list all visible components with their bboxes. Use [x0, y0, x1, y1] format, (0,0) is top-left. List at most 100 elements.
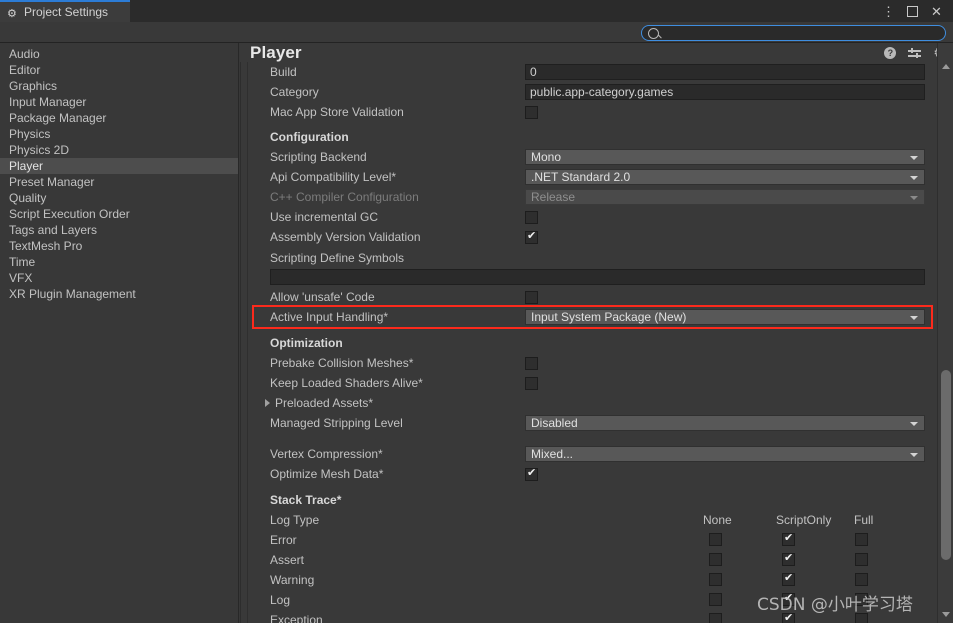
sidebar-item-preset-manager[interactable]: Preset Manager — [0, 174, 238, 190]
label-keep-loaded-shaders-alive: Keep Loaded Shaders Alive* — [270, 376, 423, 390]
label-prebake-collision-meshes: Prebake Collision Meshes* — [270, 356, 414, 370]
help-icon[interactable]: ? — [884, 47, 897, 59]
window-controls: ⋮ ✕ — [882, 0, 949, 22]
row-scripting-define-symbols: Scripting Define Symbols — [241, 248, 938, 268]
sidebar-item-time[interactable]: Time — [0, 254, 238, 270]
api-compatibility-level-dropdown[interactable]: .NET Standard 2.0 — [525, 169, 925, 185]
stack-trace-error-none-checkbox[interactable] — [709, 533, 722, 546]
use-incremental-gc-checkbox[interactable] — [525, 210, 538, 224]
sidebar-item-input-manager[interactable]: Input Manager — [0, 94, 238, 110]
label-api-compatibility-level: Api Compatibility Level* — [270, 170, 397, 184]
stack-trace-warning-none-checkbox[interactable] — [709, 573, 722, 586]
table-row: Assert — [241, 550, 938, 570]
scrollbar-thumb[interactable] — [941, 370, 951, 560]
title-bar: ⚙ Project Settings ⋮ ✕ — [0, 0, 953, 22]
stack-trace-assert-scriptonly-checkbox[interactable] — [782, 552, 795, 566]
sidebar-item-xr-plugin-management[interactable]: XR Plugin Management — [0, 286, 238, 302]
row-optimize-mesh-data: Optimize Mesh Data* — [241, 464, 938, 484]
scripting-backend-value: Mono — [531, 150, 562, 164]
sidebar-item-physics[interactable]: Physics — [0, 126, 238, 142]
scroll-down-arrow-icon[interactable] — [942, 612, 950, 617]
stack-trace-error-scriptonly-checkbox[interactable] — [782, 532, 795, 546]
settings-category-sidebar[interactable]: Audio Editor Graphics Input Manager Pack… — [0, 43, 239, 623]
row-preloaded-assets[interactable]: Preloaded Assets* — [241, 393, 938, 413]
chevron-down-icon — [910, 156, 918, 160]
sidebar-item-graphics[interactable]: Graphics — [0, 78, 238, 94]
stack-trace-exception-scriptonly-checkbox[interactable] — [782, 612, 795, 623]
table-row: Error — [241, 530, 938, 550]
section-header-configuration: Configuration — [270, 130, 349, 144]
row-prebake-collision-meshes: Prebake Collision Meshes* — [241, 353, 938, 373]
label-assembly-version-validation: Assembly Version Validation — [270, 230, 421, 244]
settings-content-inner: Build 0 Category public.app-category.gam… — [240, 62, 937, 623]
active-input-handling-dropdown[interactable]: Input System Package (New) — [525, 309, 925, 325]
preset-sliders-icon[interactable] — [908, 47, 922, 59]
more-options-icon[interactable]: ⋮ — [882, 5, 895, 18]
stack-trace-assert-full-checkbox[interactable] — [855, 553, 868, 566]
sidebar-item-player[interactable]: Player — [0, 158, 238, 174]
label-build: Build — [270, 65, 297, 79]
assembly-version-validation-checkbox[interactable] — [525, 230, 538, 244]
row-configuration-header: Configuration — [241, 127, 938, 147]
chevron-down-icon — [910, 316, 918, 320]
row-cpp-compiler-configuration: C++ Compiler Configuration Release — [241, 187, 938, 207]
stack-trace-warning-full-checkbox[interactable] — [855, 573, 868, 586]
sidebar-item-textmesh-pro[interactable]: TextMesh Pro — [0, 238, 238, 254]
sidebar-item-package-manager[interactable]: Package Manager — [0, 110, 238, 126]
sidebar-item-script-execution-order[interactable]: Script Execution Order — [0, 206, 238, 222]
scripting-define-symbols-input[interactable] — [270, 269, 925, 285]
row-category: Category public.app-category.games — [241, 82, 938, 102]
stack-trace-warning-scriptonly-checkbox[interactable] — [782, 572, 795, 586]
sidebar-item-tags-and-layers[interactable]: Tags and Layers — [0, 222, 238, 238]
chevron-down-icon — [910, 422, 918, 426]
sidebar-item-physics-2d[interactable]: Physics 2D — [0, 142, 238, 158]
label-cpp-compiler-configuration: C++ Compiler Configuration — [270, 190, 419, 204]
sidebar-item-editor[interactable]: Editor — [0, 62, 238, 78]
label-log-type-assert: Assert — [270, 553, 305, 567]
cpp-compiler-configuration-value: Release — [531, 190, 576, 204]
sidebar-item-vfx[interactable]: VFX — [0, 270, 238, 286]
scripting-backend-dropdown[interactable]: Mono — [525, 149, 925, 165]
managed-stripping-level-dropdown[interactable]: Disabled — [525, 415, 925, 431]
prebake-collision-meshes-checkbox[interactable] — [525, 356, 538, 370]
search-input[interactable] — [641, 25, 946, 41]
sidebar-item-quality[interactable]: Quality — [0, 190, 238, 206]
stack-trace-exception-none-checkbox[interactable] — [709, 613, 722, 623]
close-icon[interactable]: ✕ — [930, 5, 943, 18]
stack-trace-exception-full-checkbox[interactable] — [855, 613, 868, 623]
maximize-icon[interactable] — [907, 5, 918, 17]
label-log-type: Log Type — [270, 513, 320, 527]
chevron-right-icon[interactable] — [265, 399, 270, 407]
allow-unsafe-code-checkbox[interactable] — [525, 290, 538, 304]
api-compatibility-level-value: .NET Standard 2.0 — [531, 170, 631, 184]
keep-loaded-shaders-alive-checkbox[interactable] — [525, 376, 538, 390]
scroll-up-arrow-icon[interactable] — [942, 64, 950, 69]
stack-trace-log-none-checkbox[interactable] — [709, 593, 722, 606]
search-icon — [648, 27, 659, 39]
label-active-input-handling: Active Input Handling* — [270, 310, 389, 324]
optimize-mesh-data-checkbox[interactable] — [525, 467, 538, 481]
stack-trace-assert-none-checkbox[interactable] — [709, 553, 722, 566]
stack-trace-log-scriptonly-checkbox[interactable] — [782, 592, 795, 606]
stack-trace-error-full-checkbox[interactable] — [855, 533, 868, 546]
row-stack-trace-columns: Log Type None ScriptOnly Full — [241, 510, 938, 530]
row-mac-app-store-validation: Mac App Store Validation — [241, 102, 938, 122]
chevron-down-icon — [910, 453, 918, 457]
vertical-scrollbar[interactable] — [937, 43, 953, 623]
stack-trace-log-full-checkbox[interactable] — [855, 593, 868, 606]
sidebar-item-audio[interactable]: Audio — [0, 46, 238, 62]
tab-project-settings[interactable]: ⚙ Project Settings — [0, 0, 130, 22]
row-active-input-handling: Active Input Handling* Input System Pack… — [241, 307, 938, 327]
player-settings-panel: Player ? ⚙ Build 0 Category public.app-c… — [240, 43, 953, 623]
vertex-compression-dropdown[interactable]: Mixed... — [525, 446, 925, 462]
category-input[interactable]: public.app-category.games — [525, 84, 925, 100]
label-preloaded-assets: Preloaded Assets* — [275, 396, 374, 410]
cpp-compiler-configuration-dropdown: Release — [525, 189, 925, 205]
label-vertex-compression: Vertex Compression* — [270, 447, 383, 461]
panel-header: Player ? ⚙ — [240, 43, 953, 62]
build-input[interactable]: 0 — [525, 64, 925, 80]
label-log-type-exception: Exception — [270, 613, 323, 623]
table-row: Warning — [241, 570, 938, 590]
label-allow-unsafe-code: Allow 'unsafe' Code — [270, 290, 375, 304]
mac-app-store-validation-checkbox[interactable] — [525, 105, 538, 119]
